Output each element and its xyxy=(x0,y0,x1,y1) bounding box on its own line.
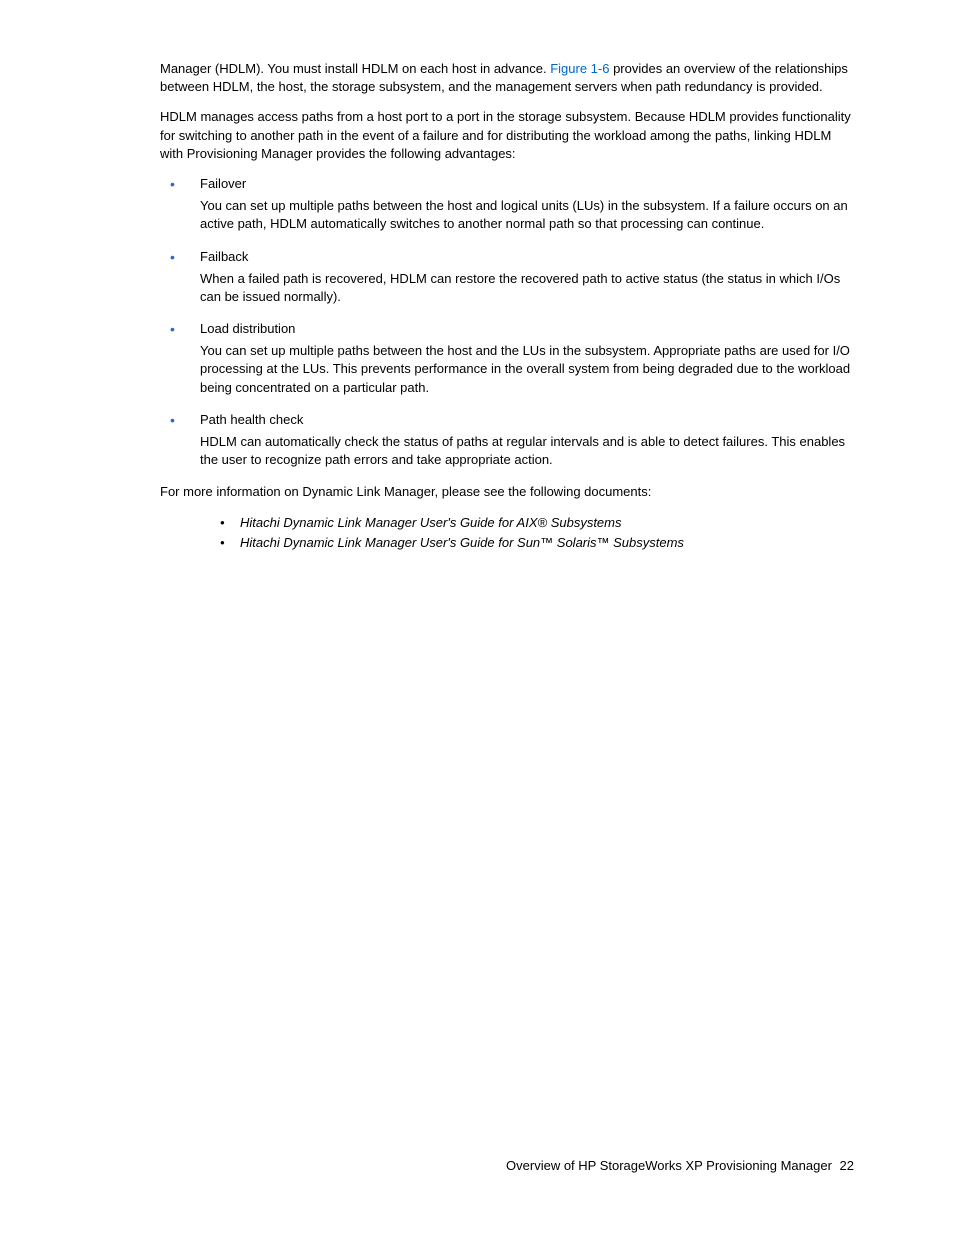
feature-title: Path health check xyxy=(200,411,854,429)
list-item: Hitachi Dynamic Link Manager User's Guid… xyxy=(220,514,854,532)
feature-body: You can set up multiple paths between th… xyxy=(200,197,854,233)
list-item: Hitachi Dynamic Link Manager User's Guid… xyxy=(220,534,854,552)
feature-body: When a failed path is recovered, HDLM ca… xyxy=(200,270,854,306)
page-number: 22 xyxy=(840,1158,854,1173)
page-footer: Overview of HP StorageWorks XP Provision… xyxy=(506,1157,854,1175)
more-info-paragraph: For more information on Dynamic Link Man… xyxy=(160,483,854,501)
feature-title: Failover xyxy=(200,175,854,193)
intro-paragraph-2: HDLM manages access paths from a host po… xyxy=(160,108,854,163)
feature-body: You can set up multiple paths between th… xyxy=(200,342,854,397)
list-item: Path health check HDLM can automatically… xyxy=(160,411,854,470)
footer-text: Overview of HP StorageWorks XP Provision… xyxy=(506,1158,832,1173)
feature-title: Load distribution xyxy=(200,320,854,338)
intro-paragraph-1: Manager (HDLM). You must install HDLM on… xyxy=(160,60,854,96)
figure-link[interactable]: Figure 1-6 xyxy=(550,61,609,76)
para1-pre: Manager (HDLM). You must install HDLM on… xyxy=(160,61,550,76)
list-item: Failover You can set up multiple paths b… xyxy=(160,175,854,234)
feature-title: Failback xyxy=(200,248,854,266)
document-list: Hitachi Dynamic Link Manager User's Guid… xyxy=(220,514,854,552)
list-item: Load distribution You can set up multipl… xyxy=(160,320,854,397)
feature-list: Failover You can set up multiple paths b… xyxy=(160,175,854,469)
feature-body: HDLM can automatically check the status … xyxy=(200,433,854,469)
list-item: Failback When a failed path is recovered… xyxy=(160,248,854,307)
